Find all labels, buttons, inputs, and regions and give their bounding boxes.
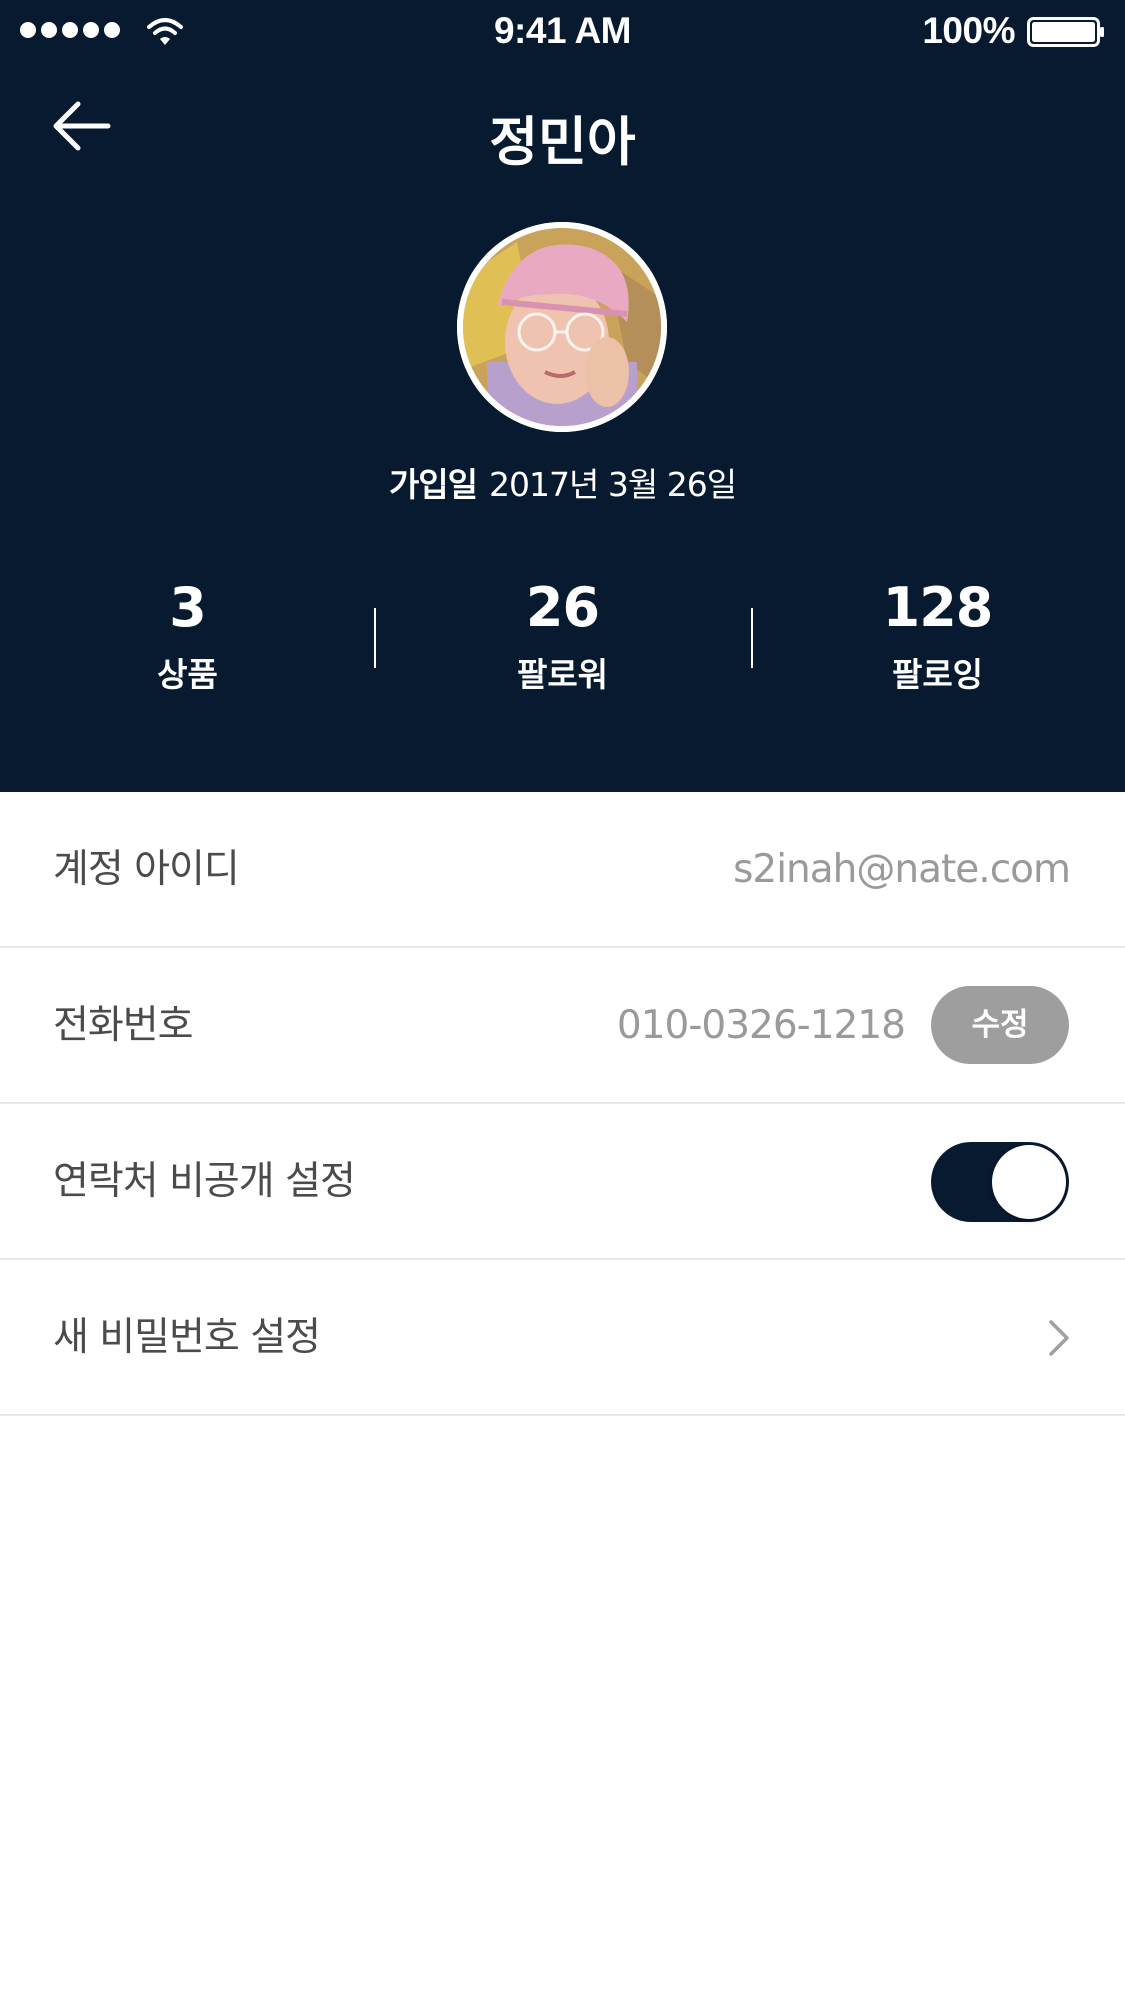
contact-private-row: 연락처 비공개 설정: [0, 1104, 1125, 1260]
phone-value: 010-0326-1218: [616, 1003, 906, 1048]
stat-followers-label: 팔로워: [516, 655, 609, 694]
stats-bar: 3 상품 26 팔로워 128 팔로잉: [0, 570, 1125, 710]
battery-percentage: 100%: [922, 10, 1015, 51]
join-date-line: 가입일 2017년 3월 26일: [0, 462, 1125, 508]
chevron-right-icon: [1049, 1320, 1069, 1356]
account-id-value: s2inah@nate.com: [733, 847, 1071, 892]
battery-icon: [1027, 17, 1104, 47]
stat-products-label: 상품: [157, 655, 218, 694]
contact-private-toggle[interactable]: [931, 1142, 1069, 1222]
stat-following-count: 128: [882, 576, 994, 639]
phone-label: 전화번호: [53, 1003, 194, 1048]
page-title: 정민아: [489, 112, 636, 173]
join-date-value: 2017년 3월 26일: [489, 465, 737, 504]
avatar-photo: [457, 222, 667, 432]
settings-list: 계정 아이디 s2inah@nate.com 전화번호 010-0326-121…: [0, 792, 1125, 1416]
join-date-label: 가입일: [388, 465, 478, 504]
phone-row: 전화번호 010-0326-1218 수정: [0, 948, 1125, 1104]
profile-header: 9:41 AM 100% 정민아 가입일 2017년 3월 26일 3 상품 2…: [0, 0, 1125, 792]
stat-followers[interactable]: 26 팔로워: [375, 570, 750, 700]
account-id-label: 계정 아이디: [53, 847, 240, 892]
account-id-row: 계정 아이디 s2inah@nate.com: [0, 792, 1125, 948]
stat-followers-count: 26: [525, 576, 600, 639]
stat-products[interactable]: 3 상품: [0, 570, 375, 700]
new-password-row[interactable]: 새 비밀번호 설정: [0, 1260, 1125, 1416]
toggle-knob: [992, 1145, 1066, 1219]
status-bar: 9:41 AM 100%: [0, 0, 1125, 66]
stat-following-label: 팔로잉: [891, 655, 984, 694]
stat-products-count: 3: [169, 576, 207, 639]
edit-phone-button[interactable]: 수정: [931, 986, 1069, 1064]
contact-private-label: 연락처 비공개 설정: [53, 1159, 356, 1204]
stat-following[interactable]: 128 팔로잉: [750, 570, 1125, 700]
avatar[interactable]: [457, 222, 667, 432]
new-password-label: 새 비밀번호 설정: [53, 1315, 321, 1360]
